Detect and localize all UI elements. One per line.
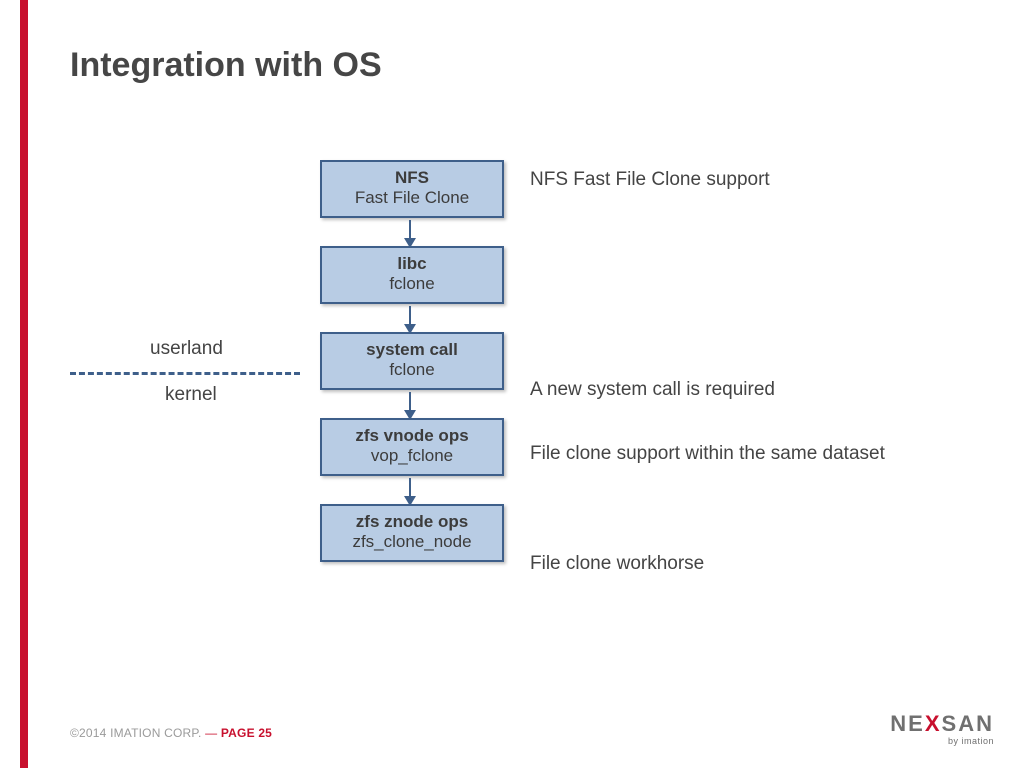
box-vnode: zfs vnode ops vop_fclone (320, 418, 504, 476)
box-znode: zfs znode ops zfs_clone_node (320, 504, 504, 562)
arrow-gap (320, 218, 500, 246)
footer-page-label: PAGE (221, 726, 258, 740)
label-kernel: kernel (165, 384, 217, 406)
logo-byline: by imation (890, 737, 994, 746)
footer-copyright: ©2014 IMATION CORP. (70, 726, 202, 740)
arrow-down-icon (402, 306, 418, 334)
box-vnode-title: zfs vnode ops (324, 426, 500, 446)
arrow-down-icon (402, 478, 418, 506)
caption-sys: A new system call is required (530, 378, 900, 402)
userland-kernel-divider (70, 372, 300, 375)
caption-znode: File clone workhorse (530, 552, 900, 576)
logo-pre: NE (890, 711, 925, 736)
logo-x: X (925, 711, 942, 736)
box-vnode-sub: vop_fclone (324, 446, 500, 466)
footer-page-number: 25 (258, 726, 272, 740)
box-libc: libc fclone (320, 246, 504, 304)
logo-post: SAN (942, 711, 994, 736)
box-libc-sub: fclone (324, 274, 500, 294)
diagram-column: NFS Fast File Clone libc fclone system c… (320, 160, 500, 562)
box-syscall-title: system call (324, 340, 500, 360)
arrow-down-icon (402, 220, 418, 248)
box-syscall-sub: fclone (324, 360, 500, 380)
footer: ©2014 IMATION CORP. — PAGE 25 (70, 726, 272, 740)
arrow-down-icon (402, 392, 418, 420)
box-znode-sub: zfs_clone_node (324, 532, 500, 552)
footer-dash: — (202, 726, 221, 740)
caption-vnode: File clone support within the same datas… (530, 442, 900, 466)
accent-bar (20, 0, 28, 768)
arrow-gap (320, 304, 500, 332)
arrow-gap (320, 390, 500, 418)
box-nfs: NFS Fast File Clone (320, 160, 504, 218)
box-znode-title: zfs znode ops (324, 512, 500, 532)
box-nfs-sub: Fast File Clone (324, 188, 500, 208)
arrow-gap (320, 476, 500, 504)
label-userland: userland (150, 338, 223, 360)
nexsan-logo: NEXSAN by imation (890, 713, 994, 746)
logo-wordmark: NEXSAN (890, 713, 994, 735)
caption-nfs: NFS Fast File Clone support (530, 168, 900, 192)
box-syscall: system call fclone (320, 332, 504, 390)
box-libc-title: libc (324, 254, 500, 274)
slide-title: Integration with OS (70, 46, 382, 85)
box-nfs-title: NFS (324, 168, 500, 188)
